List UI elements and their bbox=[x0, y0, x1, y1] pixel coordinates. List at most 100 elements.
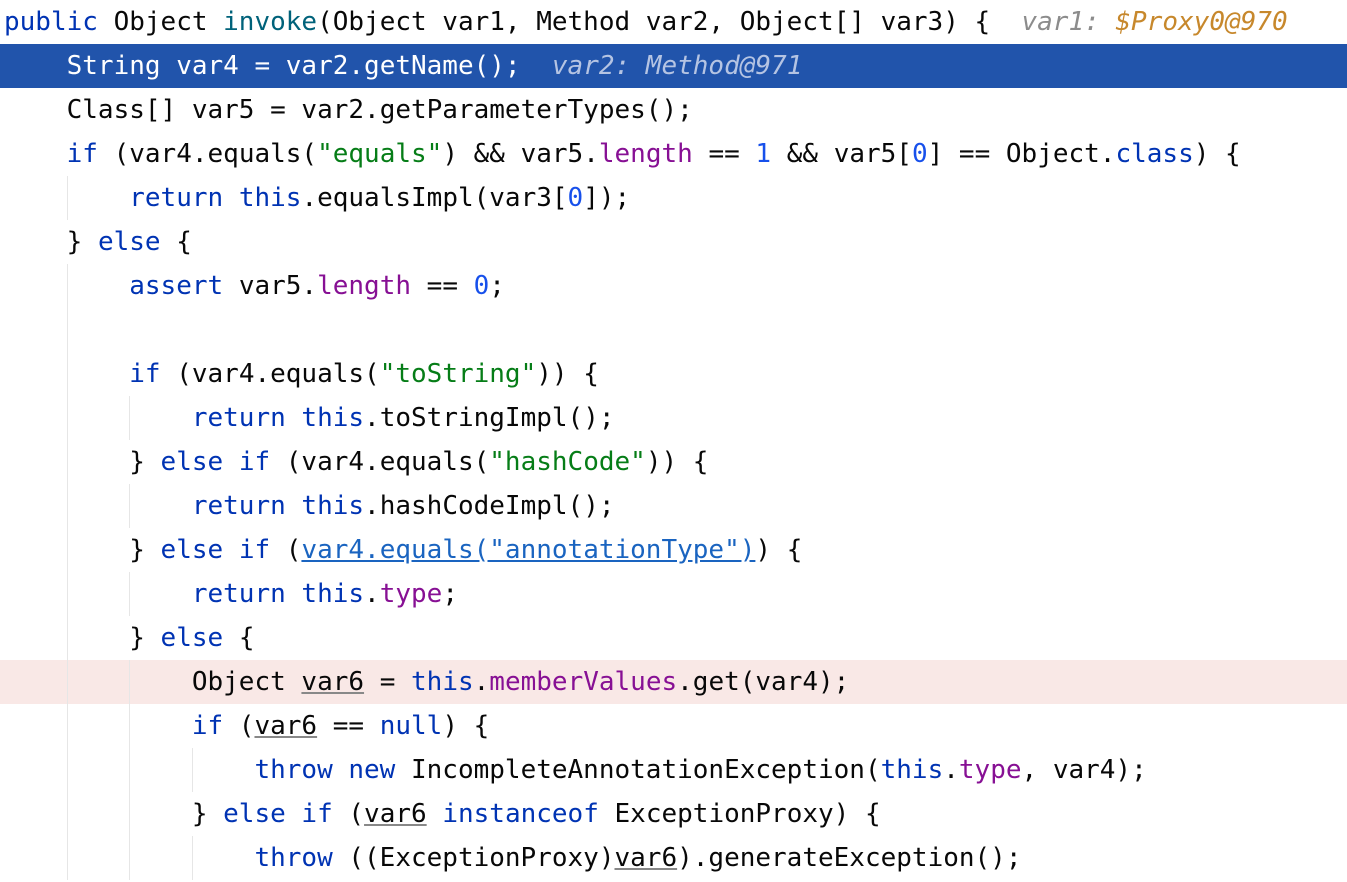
code-line[interactable]: if (var4.equals("equals") && var5.length… bbox=[0, 132, 1347, 176]
code-token: if bbox=[191, 711, 224, 741]
code-token: invoke bbox=[223, 7, 318, 37]
code-token: { bbox=[223, 623, 255, 653]
code-line[interactable]: Class[] var5 = var2.getParameterTypes(); bbox=[0, 88, 1347, 132]
code-token: this bbox=[238, 183, 302, 213]
code-token: ( bbox=[270, 535, 302, 565]
code-token: new bbox=[348, 755, 411, 785]
code-line[interactable]: assert var5.length == 0; bbox=[0, 264, 1347, 308]
code-token: else bbox=[97, 227, 161, 257]
code-token: else if bbox=[160, 535, 271, 565]
code-token: var5. bbox=[238, 271, 318, 301]
code-token: )) { bbox=[645, 447, 709, 477]
indent-guide bbox=[66, 176, 68, 220]
code-token: . bbox=[364, 579, 380, 609]
code-token: ]); bbox=[583, 183, 631, 213]
code-token: 1 bbox=[755, 139, 772, 169]
indent-guide bbox=[129, 484, 131, 528]
code-token: this bbox=[301, 491, 365, 521]
code-token: ; bbox=[442, 579, 458, 609]
code-token: == bbox=[317, 711, 380, 741]
code-line[interactable]: if (var6 == null) { bbox=[0, 704, 1347, 748]
code-token: if bbox=[66, 139, 98, 169]
code-line[interactable]: throw ((ExceptionProxy)var6).generateExc… bbox=[0, 836, 1347, 880]
code-line[interactable]: } else if (var6 instanceof ExceptionProx… bbox=[0, 792, 1347, 836]
code-line[interactable]: public Object invoke(Object var1, Method… bbox=[0, 0, 1347, 44]
code-editor[interactable]: public Object invoke(Object var1, Method… bbox=[0, 0, 1347, 882]
code-token: .toStringImpl(); bbox=[364, 403, 615, 433]
code-token: , var4); bbox=[1021, 755, 1147, 785]
code-link[interactable]: var4.equals("annotationType") bbox=[301, 535, 755, 565]
code-token: (var4.equals( bbox=[97, 139, 318, 169]
code-line[interactable]: return this.equalsImpl(var3[0]); bbox=[0, 176, 1347, 220]
code-token: ) { bbox=[1193, 139, 1241, 169]
code-line[interactable]: } else if (var4.equals("hashCode")) { bbox=[0, 440, 1347, 484]
code-token: length bbox=[317, 271, 412, 301]
code-token: else bbox=[160, 623, 224, 653]
code-token: ( bbox=[332, 799, 365, 829]
code-token: } bbox=[129, 535, 161, 565]
code-token: IncompleteAnnotationException( bbox=[411, 755, 881, 785]
code-line[interactable]: } else { bbox=[0, 616, 1347, 660]
highlighted-line[interactable]: Object var6 = this.memberValues.get(var4… bbox=[0, 660, 1347, 704]
code-token: public bbox=[4, 7, 114, 37]
code-token: class bbox=[1115, 139, 1194, 169]
code-token: (var4.equals( bbox=[160, 359, 380, 389]
code-token: } bbox=[129, 623, 161, 653]
code-token: this bbox=[301, 579, 365, 609]
code-token: == bbox=[411, 271, 474, 301]
code-token: (var4.equals( bbox=[270, 447, 490, 477]
code-token: length bbox=[598, 139, 693, 169]
code-line[interactable]: return this.toStringImpl(); bbox=[0, 396, 1347, 440]
code-token: 0 bbox=[567, 183, 584, 213]
code-token: ( bbox=[223, 711, 255, 741]
indent-guide bbox=[129, 396, 131, 440]
code-token: return bbox=[129, 183, 239, 213]
code-token: .get(var4); bbox=[677, 667, 850, 697]
code-line[interactable]: if (var4.equals("toString")) { bbox=[0, 352, 1347, 396]
code-token: return bbox=[191, 491, 302, 521]
code-line[interactable]: } else if (var4.equals("annotationType")… bbox=[0, 528, 1347, 572]
code-token: = bbox=[364, 667, 412, 697]
code-line[interactable] bbox=[0, 308, 1347, 352]
code-token: . bbox=[473, 667, 490, 697]
code-token: memberValues bbox=[489, 667, 678, 697]
inline-debug-value: $Proxy0@970 bbox=[1115, 7, 1288, 37]
code-token: if bbox=[129, 359, 161, 389]
code-token: ) && var5. bbox=[442, 139, 599, 169]
code-line[interactable]: throw new IncompleteAnnotationException(… bbox=[0, 748, 1347, 792]
code-token: "equals" bbox=[317, 139, 443, 169]
code-token: ; bbox=[489, 271, 505, 301]
code-token: null bbox=[379, 711, 443, 741]
code-token: var6 bbox=[301, 667, 365, 697]
code-token: )) { bbox=[536, 359, 599, 389]
code-line[interactable]: return this.hashCodeImpl(); bbox=[0, 484, 1347, 528]
code-token: Class[] var5 = var2.getParameterTypes(); bbox=[66, 95, 693, 125]
code-token: Object bbox=[113, 7, 224, 37]
code-token: ) { bbox=[442, 711, 490, 741]
code-token: return bbox=[191, 403, 302, 433]
code-token: this bbox=[411, 667, 474, 697]
code-token: assert bbox=[129, 271, 239, 301]
code-token: throw bbox=[254, 843, 349, 873]
code-token: (Object var1, Method var2, Object[] var3… bbox=[317, 7, 1022, 37]
code-token: .equalsImpl(var3[ bbox=[301, 183, 568, 213]
code-line[interactable]: return this.type; bbox=[0, 572, 1347, 616]
code-token: ) { bbox=[755, 535, 803, 565]
code-line[interactable]: } else { bbox=[0, 220, 1347, 264]
code-token: "hashCode" bbox=[489, 447, 646, 477]
execution-line[interactable]: String var4 = var2.getName(); var2: Meth… bbox=[0, 44, 1347, 88]
code-token: } bbox=[191, 799, 224, 829]
code-token: . bbox=[943, 755, 959, 785]
code-token: 0 bbox=[473, 271, 490, 301]
code-token: ).generateException(); bbox=[677, 843, 1022, 873]
